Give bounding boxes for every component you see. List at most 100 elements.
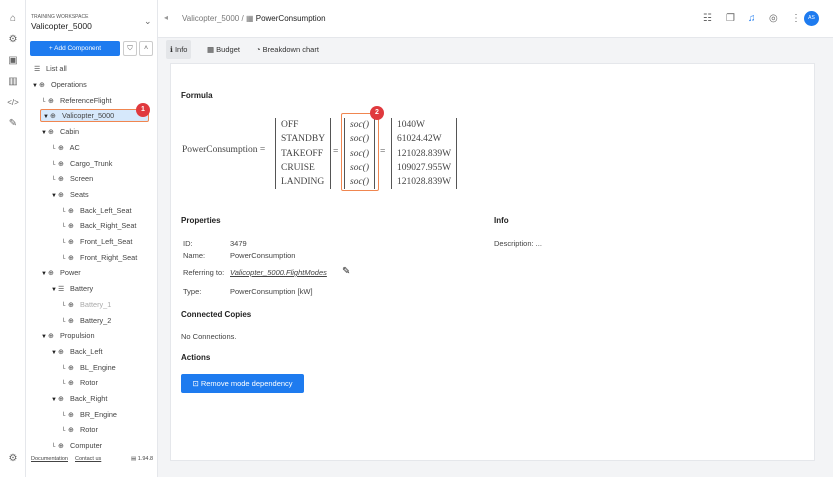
documentation-link[interactable]: Documentation bbox=[31, 456, 68, 462]
bell-icon[interactable]: ♫ bbox=[748, 13, 756, 24]
matrix-cell: 61024.42W bbox=[397, 134, 442, 145]
caret-down-icon[interactable]: ▼ bbox=[32, 79, 39, 93]
component-icon: ⊕ bbox=[58, 160, 64, 168]
clipboard-icon[interactable]: ▣ bbox=[7, 55, 19, 67]
workspace-name[interactable]: Valicopter_5000 bbox=[31, 21, 92, 31]
component-icon: ⊕ bbox=[68, 317, 74, 325]
tab-info[interactable]: ℹ Info bbox=[166, 40, 192, 59]
name-label: Name: bbox=[183, 251, 206, 260]
tree-item[interactable]: ▼⊕ Seats bbox=[51, 188, 89, 202]
chat-icon[interactable]: ❐ bbox=[726, 13, 735, 24]
actions-heading: Actions bbox=[181, 353, 211, 362]
info-heading: Info bbox=[494, 216, 509, 225]
more-icon[interactable]: ⋮ bbox=[791, 13, 801, 24]
connected-copies-text: No Connections. bbox=[181, 332, 237, 341]
tree-item[interactable]: └ ⊕ Front_Left_Seat bbox=[61, 235, 132, 249]
component-icon: ⊕ bbox=[68, 301, 74, 309]
tab-budget[interactable]: ▦ Budget bbox=[203, 40, 244, 59]
caret-down-icon[interactable]: ▼ bbox=[51, 393, 58, 407]
tree-item[interactable]: ▼⊕ Operations bbox=[32, 78, 87, 92]
caret-down-icon[interactable]: ▼ bbox=[51, 346, 58, 360]
caret-down-icon[interactable]: ▼ bbox=[41, 267, 48, 281]
matrix-cell: 109027.955W bbox=[397, 162, 452, 173]
chart-icon[interactable]: ▥ bbox=[7, 76, 19, 88]
matrix-cell: STANDBY bbox=[281, 134, 326, 145]
contact-link[interactable]: Contact us bbox=[75, 456, 101, 462]
component-icon: ⊕ bbox=[68, 254, 74, 262]
tree-item[interactable]: └ ⊕ Screen bbox=[51, 172, 93, 186]
tree-connector: └ bbox=[51, 444, 56, 451]
tab-breakdown-chart[interactable]: ◔ Breakdown chart bbox=[252, 40, 323, 59]
list-all[interactable]: ☰ List all bbox=[34, 62, 67, 76]
equals: = bbox=[333, 147, 339, 157]
tree-connector: └ bbox=[61, 255, 66, 262]
collapse-icon[interactable]: ˄ bbox=[139, 41, 153, 56]
tree-item[interactable]: └ ⊕ Battery_1 bbox=[61, 298, 111, 312]
tree-item[interactable]: ▼⊕ Power bbox=[41, 266, 81, 280]
component-icon: ⊕ bbox=[58, 176, 64, 184]
remove-mode-dependency-button[interactable]: ⊡ Remove mode dependency bbox=[181, 374, 304, 393]
caret-down-icon[interactable]: ▼ bbox=[41, 330, 48, 344]
caret-down-icon[interactable]: ▼ bbox=[41, 126, 48, 140]
component-icon: ⊕ bbox=[58, 443, 64, 451]
tree-connector: └ bbox=[61, 240, 66, 246]
tree-item[interactable]: └ ⊕ Back_Right_Seat bbox=[61, 219, 136, 233]
matrix-cell: TAKEOFF bbox=[281, 148, 323, 159]
description: Description: ... bbox=[494, 239, 542, 248]
filter-icon[interactable]: ⛉ bbox=[123, 41, 137, 56]
checklist-icon[interactable]: ☷ bbox=[703, 13, 712, 24]
tree-connector: └ bbox=[41, 98, 46, 105]
breadcrumb-parent[interactable]: Valicopter_5000 bbox=[182, 14, 239, 23]
formula-heading: Formula bbox=[181, 91, 213, 100]
tree-item[interactable]: └ ⊕ Battery_2 bbox=[61, 314, 111, 328]
components-icon[interactable]: ⚙ bbox=[7, 34, 19, 46]
edit-pencil-icon[interactable]: ✎ bbox=[342, 266, 350, 277]
tree-item[interactable]: ▼☰ Battery bbox=[51, 282, 93, 296]
properties-heading: Properties bbox=[181, 216, 221, 225]
code-icon[interactable]: </> bbox=[7, 97, 19, 109]
tree-connector: └ bbox=[61, 224, 66, 231]
matrix-cell: 121028.839W bbox=[397, 148, 452, 159]
check-circle-icon[interactable]: ◎ bbox=[769, 13, 778, 24]
tree-item[interactable]: └ ⊕ Rotor bbox=[61, 423, 98, 437]
matrix-cell: 121028.839W bbox=[397, 177, 452, 188]
tree-connector: └ bbox=[61, 208, 66, 215]
component-icon: ⊕ bbox=[68, 223, 74, 231]
tree-item[interactable]: └ ⊕ BR_Engine bbox=[61, 408, 117, 422]
tree-connector: └ bbox=[51, 161, 56, 168]
tree-item[interactable]: ▼⊕ Propulsion bbox=[41, 329, 95, 343]
avatar[interactable]: AS bbox=[804, 11, 819, 26]
equals: = bbox=[380, 147, 386, 157]
gear-icon[interactable]: ⚙ bbox=[7, 453, 19, 465]
component-icon: ⊕ bbox=[68, 380, 74, 388]
tree-item[interactable]: ▼⊕ Back_Left bbox=[51, 345, 102, 359]
caret-down-icon[interactable]: ▼ bbox=[51, 283, 58, 297]
tree-item[interactable]: ▼⊕ Cabin bbox=[41, 125, 79, 139]
tree-item[interactable]: ▼⊕ Valicopter_5000 bbox=[40, 109, 149, 123]
home-icon[interactable]: ⌂ bbox=[7, 13, 19, 25]
tree-item[interactable]: └ ⊕ Rotor bbox=[61, 376, 98, 390]
tree-item[interactable]: ▼⊕ Back_Right bbox=[51, 392, 107, 406]
tree-item[interactable]: └ ⊕ Cargo_Trunk bbox=[51, 157, 112, 171]
tree-item[interactable]: └ ⊕ Back_Left_Seat bbox=[61, 204, 132, 218]
tree-connector: └ bbox=[51, 177, 56, 184]
step-badge-1: 1 bbox=[136, 103, 150, 117]
tree-connector: └ bbox=[61, 302, 66, 309]
link-icon[interactable]: ✎ bbox=[7, 118, 19, 130]
matrix-cell: 1040W bbox=[397, 120, 425, 130]
tree-item[interactable]: └ ⊕ Front_Right_Seat bbox=[61, 251, 137, 265]
tree-item[interactable]: └ ⊕ BL_Engine bbox=[61, 361, 116, 375]
component-icon: ⊕ bbox=[48, 97, 54, 105]
values-matrix: 1040W 61024.42W 121028.839W 109027.955W 1210… bbox=[391, 118, 458, 190]
tree-item[interactable]: └ ⊕ Computer bbox=[51, 439, 102, 453]
table-icon: ▦ bbox=[245, 14, 254, 23]
ref-link[interactable]: Valicopter_5000.FlightModes bbox=[230, 268, 327, 277]
tree-connector: └ bbox=[61, 428, 66, 435]
caret-down-icon[interactable]: ▼ bbox=[43, 112, 50, 123]
add-component-button[interactable]: + Add Component bbox=[30, 41, 120, 56]
caret-down-icon[interactable]: ▼ bbox=[51, 189, 58, 203]
collapse-sidebar-icon[interactable]: ◂ bbox=[164, 13, 168, 22]
chevron-down-icon[interactable]: ⌄ bbox=[144, 16, 152, 27]
tree-item[interactable]: └ ⊕ ReferenceFlight bbox=[41, 94, 112, 108]
tree-item[interactable]: └ ⊕ AC bbox=[51, 141, 80, 155]
